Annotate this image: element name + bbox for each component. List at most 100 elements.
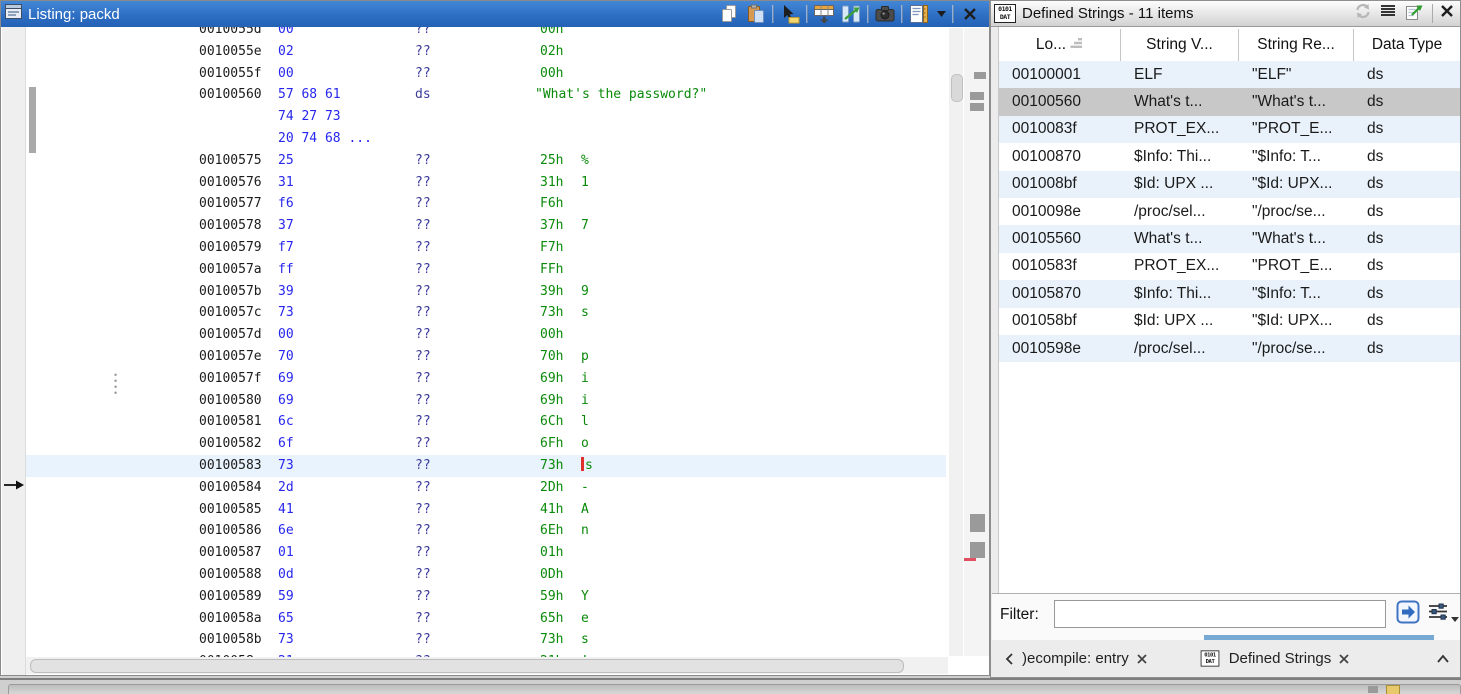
- listing-field[interactable]: 00100578: [199, 215, 262, 237]
- listing-field[interactable]: 0d: [278, 564, 294, 586]
- listing-char-field[interactable]: n: [581, 520, 589, 542]
- tab-defined-strings-close-icon[interactable]: [1339, 654, 1349, 664]
- listing-field[interactable]: ??: [415, 41, 431, 63]
- table-cell[interactable]: ds: [1354, 340, 1460, 358]
- defined-strings-titlebar[interactable]: 0101 DAT Defined Strings - 11 items: [991, 1, 1460, 27]
- table-row[interactable]: 0010583fPROT_EX..."PROT_E...ds: [999, 253, 1460, 280]
- tab-defined-strings[interactable]: Defined Strings: [1229, 650, 1332, 667]
- listing-field[interactable]: 0010055e: [199, 41, 262, 63]
- listing-field[interactable]: 0010058b: [199, 629, 262, 651]
- listing-row[interactable]: 0010056057 68 61ds"What's the password?": [26, 84, 946, 106]
- table-row[interactable]: 00100870$Info: Thi..."$Info: T...ds: [999, 143, 1460, 170]
- table-cell[interactable]: What's t...: [1121, 230, 1239, 248]
- listing-field[interactable]: 0010055f: [199, 63, 262, 85]
- listing-field[interactable]: 25: [278, 150, 294, 172]
- listing-field[interactable]: 00: [278, 63, 294, 85]
- listing-field[interactable]: 00100587: [199, 542, 262, 564]
- listing-field[interactable]: ??: [415, 27, 431, 41]
- tab-scroll-left-icon[interactable]: [1004, 652, 1014, 666]
- listing-titlebar[interactable]: Listing: packd: [1, 1, 989, 27]
- listing-field[interactable]: ??: [415, 150, 431, 172]
- listing-field[interactable]: ??: [415, 455, 431, 477]
- listing-field[interactable]: ??: [415, 477, 431, 499]
- table-cell[interactable]: PROT_EX...: [1121, 257, 1239, 275]
- listing-field[interactable]: 2Dh: [540, 477, 563, 499]
- diff-view-icon[interactable]: [840, 3, 862, 25]
- listing-row[interactable]: 0010058373??73hs: [26, 455, 946, 477]
- listing-field[interactable]: 73: [278, 302, 294, 324]
- snapshot-export-icon[interactable]: [1404, 2, 1424, 26]
- listing-field[interactable]: ??: [415, 281, 431, 303]
- listing-field[interactable]: 6Eh: [540, 520, 563, 542]
- listing-field[interactable]: 69h: [540, 390, 563, 412]
- table-cell[interactable]: $Id: UPX ...: [1121, 175, 1239, 193]
- table-row[interactable]: 00105560What's t..."What's t...ds: [999, 225, 1460, 252]
- listing-char-field[interactable]: s: [581, 455, 593, 477]
- listing-char-field[interactable]: i: [581, 390, 589, 412]
- table-cell[interactable]: "$Id: UPX...: [1239, 312, 1354, 330]
- listing-field[interactable]: 73h: [540, 302, 563, 324]
- margin-marker[interactable]: [970, 542, 985, 558]
- listing-char-field[interactable]: s: [581, 629, 589, 651]
- listing-char-field[interactable]: 1: [581, 172, 589, 194]
- listing-rows[interactable]: 0010055d00??00h0010055e02??02h0010055f00…: [2, 27, 948, 657]
- margin-marker-red[interactable]: [964, 558, 976, 561]
- table-cell[interactable]: "/proc/se...: [1239, 340, 1354, 358]
- listing-row[interactable]: 001005816c??6Chl: [26, 411, 946, 433]
- table-row[interactable]: 001008bf$Id: UPX ..."$Id: UPX...ds: [999, 171, 1460, 198]
- listing-field[interactable]: 00100575: [199, 150, 262, 172]
- listing-char-field[interactable]: o: [581, 433, 589, 455]
- listing-char-field[interactable]: i: [581, 368, 589, 390]
- listing-field[interactable]: 41: [278, 499, 294, 521]
- listing-field[interactable]: 37: [278, 215, 294, 237]
- listing-field[interactable]: 31h: [540, 172, 563, 194]
- margin-marker[interactable]: [970, 514, 985, 532]
- listing-row[interactable]: 001005826f??6Fho: [26, 433, 946, 455]
- listing-field[interactable]: 0010057f: [199, 368, 262, 390]
- listing-row[interactable]: 0010058959??59hY: [26, 586, 946, 608]
- listing-field[interactable]: 74 27 73: [278, 106, 341, 128]
- table-row[interactable]: 0010598e/proc/sel..."/proc/se...ds: [999, 335, 1460, 362]
- table-cell[interactable]: 00100001: [999, 66, 1121, 84]
- listing-char-field[interactable]: e: [581, 608, 589, 630]
- table-cell[interactable]: ds: [1354, 257, 1460, 275]
- listing-field[interactable]: ds: [415, 84, 431, 106]
- listing-field[interactable]: 0010057c: [199, 302, 262, 324]
- table-cell[interactable]: "PROT_E...: [1239, 120, 1354, 138]
- listing-field[interactable]: 69: [278, 368, 294, 390]
- listing-row[interactable]: 20 74 68 ...: [26, 128, 946, 150]
- table-cell[interactable]: 001058bf: [999, 312, 1121, 330]
- table-cell[interactable]: ds: [1354, 312, 1460, 330]
- listing-row[interactable]: 74 27 73: [26, 106, 946, 128]
- margin-marker[interactable]: [970, 103, 984, 111]
- listing-row[interactable]: 00100579f7??F7h: [26, 237, 946, 259]
- table-cell[interactable]: ds: [1354, 175, 1460, 193]
- table-cell[interactable]: ELF: [1121, 66, 1239, 84]
- listing-field[interactable]: 00100583: [199, 455, 262, 477]
- column-header-string-value[interactable]: String V...: [1121, 29, 1239, 61]
- listing-char-field[interactable]: s: [581, 302, 589, 324]
- dropdown-arrow-icon[interactable]: [935, 3, 947, 25]
- listing-field[interactable]: ??: [415, 520, 431, 542]
- listing-field[interactable]: 69h: [540, 368, 563, 390]
- table-cell[interactable]: 0010583f: [999, 257, 1121, 275]
- table-row[interactable]: 0010083fPROT_EX..."PROT_E...ds: [999, 116, 1460, 143]
- listing-row[interactable]: 0010057b39??39h9: [26, 281, 946, 303]
- column-header-location[interactable]: Lo...: [999, 29, 1121, 61]
- table-cell[interactable]: 001008bf: [999, 175, 1121, 193]
- listing-field[interactable]: 00: [278, 27, 294, 41]
- listing-row[interactable]: 00100577f6??F6h: [26, 193, 946, 215]
- listing-vertical-scrollbar[interactable]: [949, 28, 963, 656]
- listing-field[interactable]: 31: [278, 172, 294, 194]
- listing-field[interactable]: 00100588: [199, 564, 262, 586]
- fields-table-icon[interactable]: [813, 3, 835, 25]
- listing-field[interactable]: 6e: [278, 520, 294, 542]
- listing-field[interactable]: 0Dh: [540, 564, 563, 586]
- tab-decompile[interactable]: )ecompile: entry: [1022, 650, 1129, 667]
- refresh-icon[interactable]: [1354, 2, 1372, 25]
- listing-field[interactable]: ??: [415, 411, 431, 433]
- table-cell[interactable]: 00100560: [999, 93, 1121, 111]
- listing-row[interactable]: 0010057c73??73hs: [26, 302, 946, 324]
- listing-field[interactable]: 59h: [540, 586, 563, 608]
- listing-field[interactable]: 02h: [540, 41, 563, 63]
